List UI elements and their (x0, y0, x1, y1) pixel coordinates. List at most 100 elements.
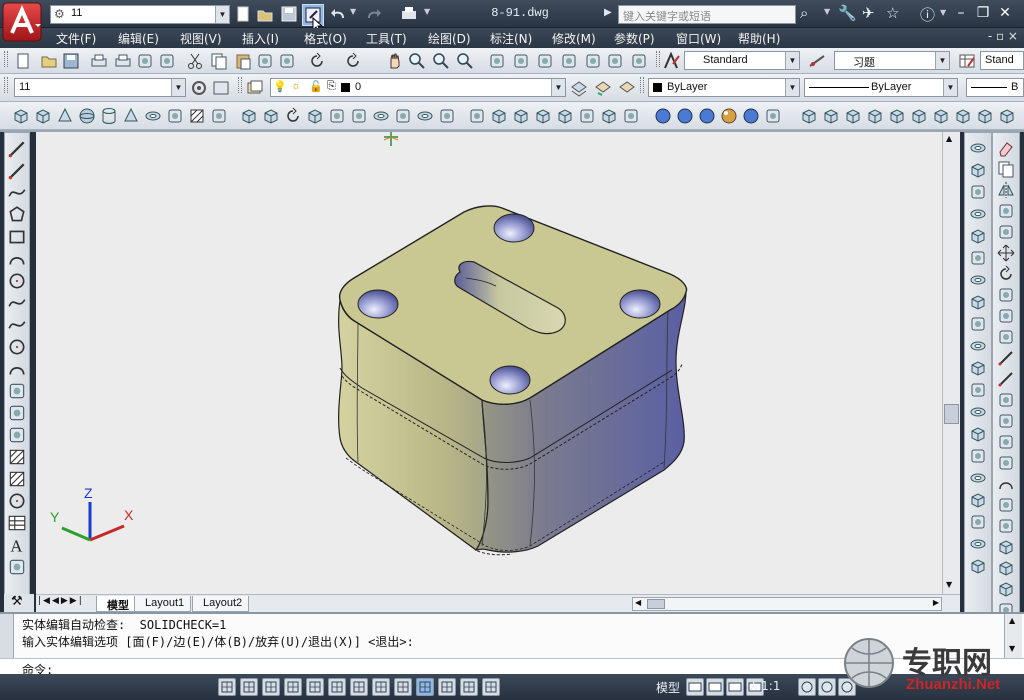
modeling-tool-14-icon[interactable] (306, 107, 324, 125)
solid-editing-tool-8-icon[interactable] (969, 293, 987, 311)
modeling-tool-25-icon[interactable] (556, 107, 574, 125)
solid-editing-tool-19-icon[interactable] (969, 535, 987, 553)
modeling-tool-35-icon[interactable] (800, 107, 818, 125)
modeling-tool-9-icon[interactable] (188, 107, 206, 125)
toolbar-grip[interactable] (4, 77, 8, 93)
document-window-controls[interactable]: - ▫ × (988, 29, 1018, 43)
modeling-tool-6-icon[interactable] (122, 107, 140, 125)
modeling-tool-34-icon[interactable] (764, 107, 782, 125)
menu-tools[interactable]: 工具(T) (366, 30, 407, 47)
modify-tool-3-icon[interactable] (997, 181, 1015, 199)
undo-dropdown-icon[interactable]: ▼ (350, 7, 356, 16)
solid-editing-tool-4-icon[interactable] (969, 205, 987, 223)
layer-properties-icon[interactable] (246, 79, 264, 97)
solid-editing-tool-2-icon[interactable] (969, 161, 987, 179)
sheet-set-icon[interactable] (560, 52, 578, 70)
solid-editing-tool-16-icon[interactable] (969, 469, 987, 487)
object-snap-tracking-icon[interactable] (372, 678, 390, 696)
scroll-up-icon[interactable]: ▲ (946, 134, 952, 143)
modeling-tool-42-icon[interactable] (954, 107, 972, 125)
binoculars-icon[interactable]: ⌕ (800, 4, 808, 22)
modeling-tool-4-icon[interactable] (78, 107, 96, 125)
insert-block-icon[interactable] (7, 381, 27, 401)
spline-icon[interactable] (7, 315, 27, 335)
workspace-settings-icon[interactable] (190, 79, 208, 97)
modeling-tool-38-icon[interactable] (866, 107, 884, 125)
modeling-tool-21-icon[interactable] (468, 107, 486, 125)
grid-display-icon[interactable] (262, 678, 280, 696)
modeling-tool-19-icon[interactable] (416, 107, 434, 125)
modify-tool-17-icon[interactable] (997, 475, 1015, 493)
favorites-star-icon[interactable]: ☆ (886, 4, 899, 22)
toolbar-grip[interactable] (4, 51, 8, 67)
menu-window[interactable]: 窗口(W) (676, 30, 721, 47)
solid-editing-tool-10-icon[interactable] (969, 337, 987, 355)
infer-constraints-icon[interactable] (218, 678, 236, 696)
transparency-icon[interactable] (460, 678, 478, 696)
redo-icon[interactable] (364, 5, 382, 23)
toolbar-grip[interactable] (656, 51, 660, 67)
menu-format[interactable]: 格式(O) (304, 30, 347, 47)
dimension-style-combo[interactable]: 习题 ▼ (834, 51, 950, 70)
object-snap-icon[interactable] (328, 678, 346, 696)
modeling-tool-8-icon[interactable] (166, 107, 184, 125)
undo-icon[interactable] (330, 5, 348, 23)
modify-tool-2-icon[interactable] (997, 160, 1015, 178)
horizontal-scrollbar[interactable]: ◀ ▶ (632, 597, 942, 611)
scroll-down-icon[interactable]: ▼ (946, 580, 952, 589)
modeling-tool-43-icon[interactable] (976, 107, 994, 125)
markup-icon[interactable] (584, 52, 602, 70)
modeling-tool-10-icon[interactable] (210, 107, 228, 125)
drawing-viewport[interactable]: Z X Y (36, 132, 942, 594)
modeling-tool-33-icon[interactable] (742, 107, 760, 125)
modeling-tool-44-icon[interactable] (998, 107, 1016, 125)
modify-tool-10-icon[interactable] (997, 328, 1015, 346)
linetype-combo[interactable]: ByLayer ▼ (804, 78, 958, 97)
arc-icon[interactable] (7, 249, 27, 269)
modeling-tool-31-icon[interactable] (698, 107, 716, 125)
solid-editing-tool-12-icon[interactable] (969, 381, 987, 399)
multiline-text-icon[interactable]: A (7, 535, 27, 555)
layer-state-icon[interactable] (618, 79, 636, 97)
quick-properties-icon[interactable] (482, 678, 500, 696)
modify-tool-16-icon[interactable] (997, 454, 1015, 472)
tab-layout1[interactable]: Layout1 (134, 596, 192, 612)
text-style-icon[interactable] (662, 52, 680, 70)
clean-screen-icon[interactable] (212, 79, 230, 97)
modeling-tool-23-icon[interactable] (512, 107, 530, 125)
modify-tool-20-icon[interactable] (997, 538, 1015, 556)
3d-object-snap-icon[interactable] (350, 678, 368, 696)
properties-icon[interactable] (488, 52, 506, 70)
quick-view-drawings-icon[interactable] (706, 678, 724, 696)
modeling-tool-1-icon[interactable] (12, 107, 30, 125)
modeling-tool-2-icon[interactable] (34, 107, 52, 125)
solid-editing-tool-1-icon[interactable] (969, 139, 987, 157)
close-icon[interactable]: ✕ (994, 2, 1016, 24)
application-menu-button[interactable] (2, 2, 42, 42)
sun-freeze-icon[interactable]: ☼ (291, 80, 301, 92)
solid-editing-tool-6-icon[interactable] (969, 249, 987, 267)
match-properties-icon[interactable] (256, 52, 274, 70)
dynamic-input-icon[interactable] (416, 678, 434, 696)
redo-icon[interactable] (344, 52, 362, 70)
help-icon[interactable] (630, 52, 648, 70)
solid-editing-tool-14-icon[interactable] (969, 425, 987, 443)
make-block-icon[interactable] (7, 403, 27, 423)
new-file-icon[interactable] (234, 5, 252, 23)
modeling-tool-41-icon[interactable] (932, 107, 950, 125)
menu-dimension[interactable]: 标注(N) (490, 30, 532, 47)
lineweight-icon[interactable] (438, 678, 456, 696)
modify-tool-7-icon[interactable] (997, 265, 1015, 283)
menu-draw[interactable]: 绘图(D) (428, 30, 471, 47)
quick-view-layouts-icon[interactable] (686, 678, 704, 696)
quick-access-dropdown-icon[interactable]: ▼ (424, 7, 430, 16)
modify-tool-18-icon[interactable] (997, 496, 1015, 514)
modeling-tool-40-icon[interactable] (910, 107, 928, 125)
menu-insert[interactable]: 插入(I) (242, 30, 279, 47)
design-center-icon[interactable] (512, 52, 530, 70)
modify-tool-1-icon[interactable] (997, 139, 1015, 157)
modeling-tool-27-icon[interactable] (600, 107, 618, 125)
publish-icon[interactable] (136, 52, 154, 70)
modeling-tool-20-icon[interactable] (438, 107, 456, 125)
chevron-down-icon[interactable]: ▼ (171, 79, 185, 96)
